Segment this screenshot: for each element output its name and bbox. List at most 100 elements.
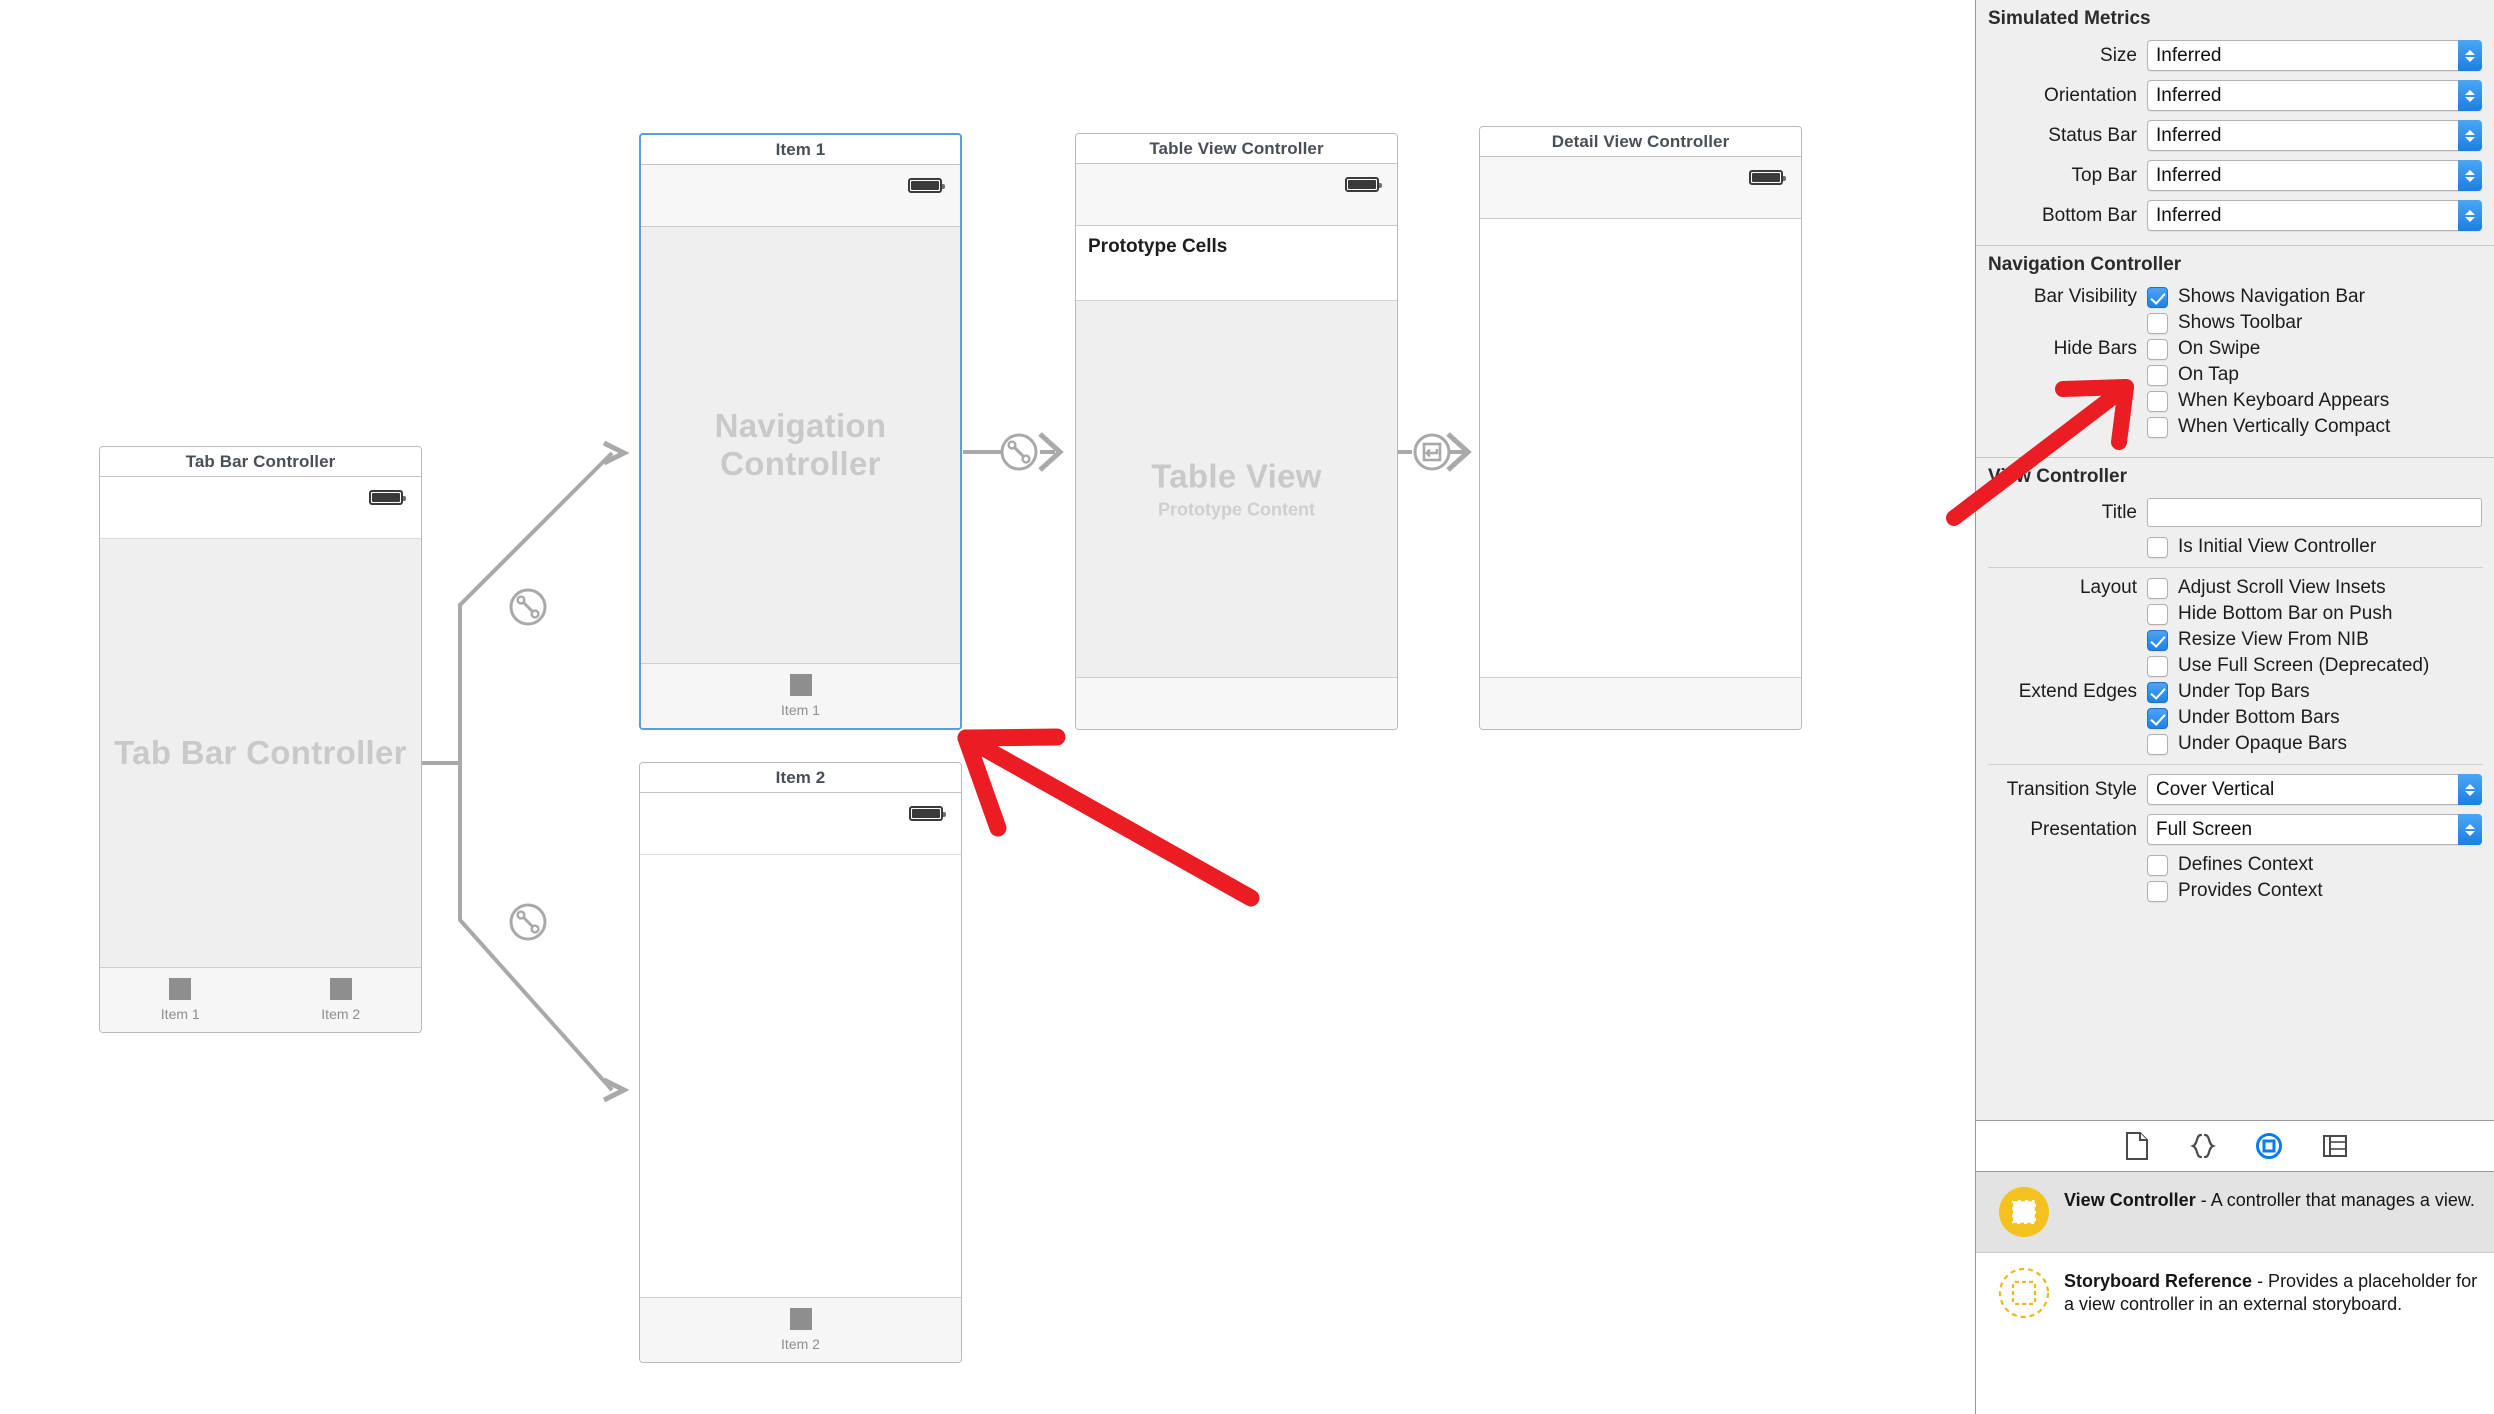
row-extend-edges-under-top-bars[interactable]: Extend Edges Under Top Bars: [1976, 681, 2494, 703]
row-bottom-bar[interactable]: Bottom Bar Inferred: [1976, 200, 2494, 231]
section-title-simulated-metrics: Simulated Metrics: [1988, 8, 2151, 29]
scene-item-1[interactable]: Item 1 Navigation Controller Item 1: [639, 133, 962, 730]
select-size[interactable]: Inferred: [2147, 40, 2482, 71]
checkbox-on-tap[interactable]: [2147, 364, 2168, 386]
scene-body[interactable]: [640, 855, 961, 1297]
chevron-updown-icon[interactable]: [2458, 814, 2482, 845]
attributes-inspector-panel[interactable]: Simulated Metrics Size Inferred Orientat…: [1975, 0, 2494, 1414]
tab-item-icon: [329, 978, 352, 1000]
storyboard-canvas[interactable]: Tab Bar Controller Tab Bar Controller It…: [0, 0, 1975, 1414]
chevron-updown-icon[interactable]: [2458, 120, 2482, 151]
select-bottom-bar[interactable]: Inferred: [2147, 200, 2482, 231]
row-top-bar[interactable]: Top Bar Inferred: [1976, 160, 2494, 191]
row-hide-bars-on-swipe[interactable]: Hide Bars On Swipe: [1976, 338, 2494, 360]
row-shows-toolbar[interactable]: Shows Toolbar: [1976, 312, 2494, 334]
select-status-bar-value: Inferred: [2156, 124, 2222, 146]
row-use-full-screen[interactable]: Use Full Screen (Deprecated): [1976, 655, 2494, 677]
row-under-opaque-bars[interactable]: Under Opaque Bars: [1976, 733, 2494, 755]
tab-bar[interactable]: Item 1: [641, 663, 960, 728]
select-transition-style[interactable]: Cover Vertical: [2147, 774, 2482, 805]
title-input[interactable]: [2147, 498, 2482, 527]
checkbox-defines-context[interactable]: [2147, 854, 2168, 876]
row-layout-adjust-scroll-view-insets[interactable]: Layout Adjust Scroll View Insets: [1976, 577, 2494, 599]
library-item-storyboard-reference[interactable]: Storyboard Reference - Provides a placeh…: [1976, 1252, 2494, 1333]
media-library-icon[interactable]: [2321, 1132, 2349, 1160]
row-orientation[interactable]: Orientation Inferred: [1976, 80, 2494, 111]
scene-table-view-controller[interactable]: Table View Controller Prototype Cells Ta…: [1075, 133, 1398, 730]
object-library-list[interactable]: View Controller - A controller that mana…: [1976, 1172, 2494, 1414]
prototype-cells-section[interactable]: Prototype Cells: [1076, 226, 1397, 301]
label-shows-navigation-bar: Shows Navigation Bar: [2178, 286, 2365, 307]
row-status-bar[interactable]: Status Bar Inferred: [1976, 120, 2494, 151]
tab-bar-item-2[interactable]: Item 2: [261, 968, 422, 1032]
scene-body[interactable]: Navigation Controller: [641, 227, 960, 663]
checkbox-when-keyboard-appears[interactable]: [2147, 390, 2168, 412]
scene-title-tab-bar-controller: Tab Bar Controller: [100, 447, 421, 477]
row-provides-context[interactable]: Provides Context: [1976, 880, 2494, 902]
checkbox-resize-view-from-nib[interactable]: [2147, 629, 2168, 651]
scene-placeholder-label: Tab Bar Controller: [114, 734, 407, 771]
chevron-updown-icon[interactable]: [2458, 200, 2482, 231]
select-top-bar[interactable]: Inferred: [2147, 160, 2482, 191]
checkbox-shows-navigation-bar[interactable]: [2147, 286, 2168, 308]
select-presentation[interactable]: Full Screen: [2147, 814, 2482, 845]
library-tabbar[interactable]: [1976, 1120, 2494, 1172]
row-title[interactable]: Title: [1976, 498, 2494, 527]
row-under-bottom-bars[interactable]: Under Bottom Bars: [1976, 707, 2494, 729]
row-when-keyboard-appears[interactable]: When Keyboard Appears: [1976, 390, 2494, 412]
select-status-bar[interactable]: Inferred: [2147, 120, 2482, 151]
checkbox-shows-toolbar[interactable]: [2147, 312, 2168, 334]
checkbox-on-swipe[interactable]: [2147, 338, 2168, 360]
library-item-view-controller[interactable]: View Controller - A controller that mana…: [1976, 1172, 2494, 1252]
label-provides-context: Provides Context: [2178, 880, 2323, 901]
row-hide-bottom-bar-on-push[interactable]: Hide Bottom Bar on Push: [1976, 603, 2494, 625]
library-item-name: Storyboard Reference: [2064, 1271, 2253, 1291]
label-transition-style: Transition Style: [2006, 778, 2137, 800]
row-is-initial-view-controller[interactable]: Is Initial View Controller: [1976, 536, 2494, 558]
label-size: Size: [2100, 44, 2137, 66]
checkbox-hide-bottom-bar-on-push[interactable]: [2147, 603, 2168, 625]
scene-detail-view-controller[interactable]: Detail View Controller: [1479, 126, 1802, 730]
row-on-tap[interactable]: On Tap: [1976, 364, 2494, 386]
checkbox-provides-context[interactable]: [2147, 880, 2168, 902]
checkbox-under-top-bars[interactable]: [2147, 681, 2168, 703]
tab-bar-item-1[interactable]: Item 2: [640, 1298, 961, 1362]
chevron-updown-icon[interactable]: [2458, 80, 2482, 111]
scene-placeholder-sublabel: Prototype Content: [1158, 499, 1315, 520]
code-snippet-library-icon[interactable]: [2189, 1132, 2217, 1160]
row-transition-style[interactable]: Transition Style Cover Vertical: [1976, 774, 2494, 805]
chevron-updown-icon[interactable]: [2458, 160, 2482, 191]
tab-bar[interactable]: Item 1 Item 2: [100, 967, 421, 1032]
row-size[interactable]: Size Inferred: [1976, 40, 2494, 71]
select-orientation[interactable]: Inferred: [2147, 80, 2482, 111]
chevron-updown-icon[interactable]: [2458, 40, 2482, 71]
scene-placeholder-label: Table View: [1151, 457, 1322, 495]
tab-bar[interactable]: Item 2: [640, 1297, 961, 1362]
chevron-updown-icon[interactable]: [2458, 774, 2482, 805]
checkbox-under-bottom-bars[interactable]: [2147, 707, 2168, 729]
scene-tab-bar-controller[interactable]: Tab Bar Controller Tab Bar Controller It…: [99, 446, 422, 1033]
scene-body[interactable]: Tab Bar Controller: [100, 539, 421, 967]
inspector-scroll-area[interactable]: Simulated Metrics Size Inferred Orientat…: [1976, 0, 2494, 1120]
row-when-vertically-compact[interactable]: When Vertically Compact: [1976, 416, 2494, 438]
row-bar-visibility-shows-navigation-bar[interactable]: Bar Visibility Shows Navigation Bar: [1976, 286, 2494, 308]
tab-bar-item-1[interactable]: Item 1: [641, 664, 960, 728]
file-inspector-icon[interactable]: [2123, 1132, 2151, 1160]
checkbox-is-initial-view-controller[interactable]: [2147, 536, 2168, 558]
checkbox-under-opaque-bars[interactable]: [2147, 733, 2168, 755]
row-presentation[interactable]: Presentation Full Screen: [1976, 814, 2494, 845]
checkbox-adjust-scroll-view-insets[interactable]: [2147, 577, 2168, 599]
scene-body[interactable]: [1480, 219, 1801, 677]
label-status-bar: Status Bar: [2048, 124, 2137, 146]
scene-item-2[interactable]: Item 2 Item 2: [639, 762, 962, 1363]
object-library-icon[interactable]: [2255, 1132, 2283, 1160]
checkbox-when-vertically-compact[interactable]: [2147, 416, 2168, 438]
scene-body[interactable]: Table View Prototype Content: [1076, 301, 1397, 677]
row-defines-context[interactable]: Defines Context: [1976, 854, 2494, 876]
label-hide-bottom-bar-on-push: Hide Bottom Bar on Push: [2178, 603, 2393, 624]
scene-title-detail-view-controller: Detail View Controller: [1480, 127, 1801, 157]
checkbox-use-full-screen[interactable]: [2147, 655, 2168, 677]
tab-bar-item-1[interactable]: Item 1: [100, 968, 261, 1032]
battery-icon: [1345, 177, 1382, 192]
row-resize-view-from-nib[interactable]: Resize View From NIB: [1976, 629, 2494, 651]
